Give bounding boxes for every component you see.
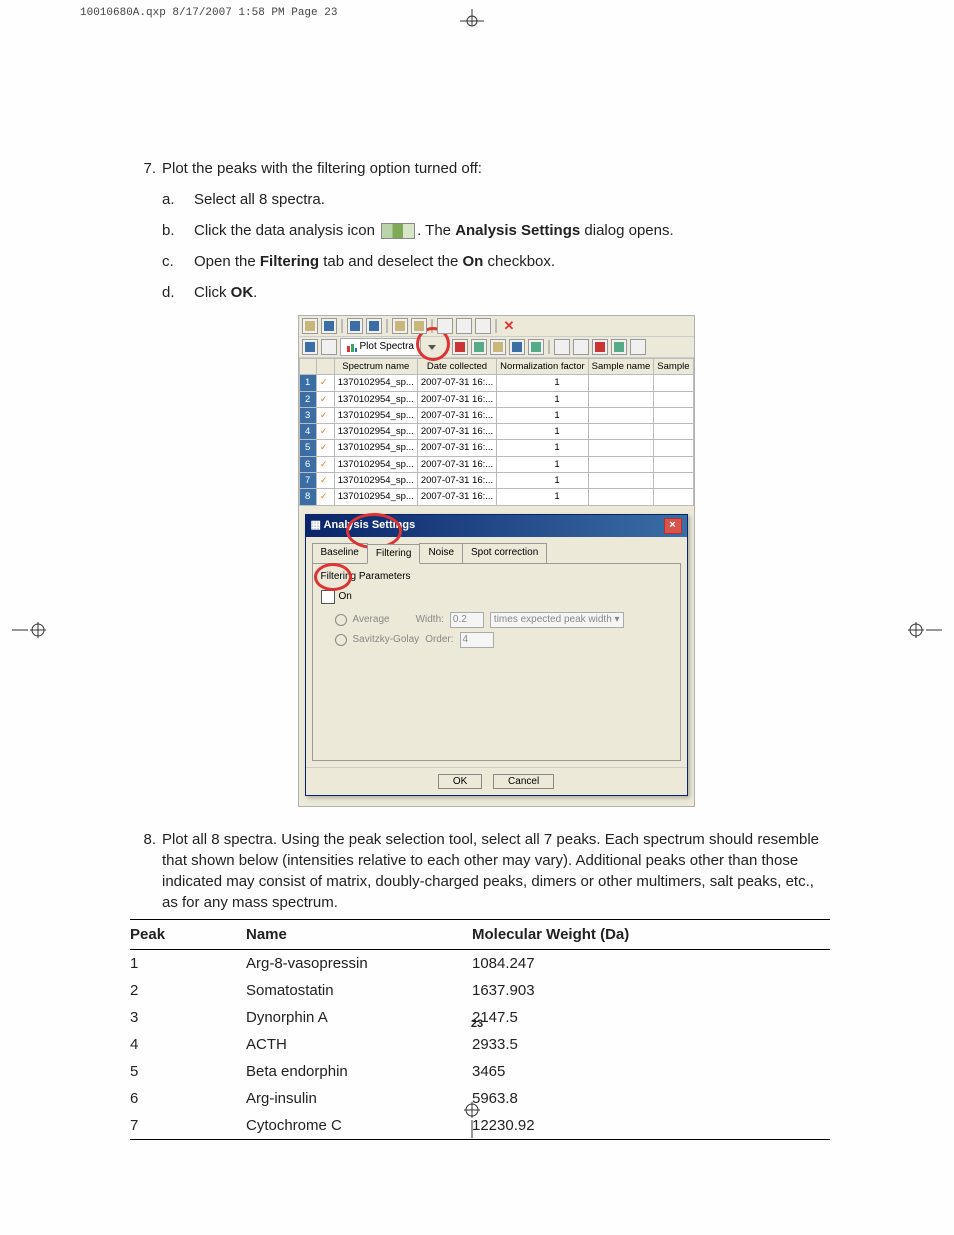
analysis-settings-dialog: ▦ Analysis Settings × Baseline Filtering…	[305, 514, 688, 796]
tab-baseline[interactable]: Baseline	[312, 543, 368, 563]
table-row: 4ACTH2933.5	[130, 1031, 830, 1058]
toolbar-icon[interactable]	[302, 318, 318, 334]
on-checkbox[interactable]	[321, 590, 335, 604]
sub-text: Click OK.	[188, 282, 830, 303]
table-row[interactable]: 31370102954_sp...2007-07-31 16:...1	[299, 407, 693, 423]
step-number: 7.	[130, 158, 162, 823]
toolbar-icon[interactable]	[528, 339, 544, 355]
close-icon[interactable]: ×	[664, 518, 682, 534]
toolbar-icon[interactable]	[611, 339, 627, 355]
chevron-down-icon[interactable]	[428, 345, 436, 350]
close-icon[interactable]: ✕	[501, 317, 518, 335]
toolbar-icon[interactable]	[366, 318, 382, 334]
zoom-icon[interactable]	[509, 339, 525, 355]
step-text: Plot all 8 spectra. Using the peak selec…	[162, 829, 830, 913]
dialog-title: ▦ Analysis Settings	[311, 518, 416, 533]
toolbar-icon[interactable]	[302, 339, 318, 355]
column-header: Molecular Weight (Da)	[472, 919, 830, 949]
toolbar-icon[interactable]	[471, 339, 487, 355]
tab-noise[interactable]: Noise	[419, 543, 463, 563]
toolbar-row-2: Plot Spectra	[299, 337, 694, 358]
width-input[interactable]: 0.2	[450, 612, 484, 628]
page-number: 23	[0, 1018, 954, 1030]
toolbar-icon[interactable]	[411, 318, 427, 334]
order-input[interactable]: 4	[460, 632, 494, 648]
sg-radio[interactable]	[335, 634, 347, 646]
toolbar-icon[interactable]	[321, 339, 337, 355]
sub-letter: a.	[162, 189, 188, 210]
analysis-icon	[381, 223, 415, 239]
crop-mark-top	[452, 9, 492, 25]
crop-mark-right	[902, 610, 942, 650]
toolbar-row-1: ✕	[299, 316, 694, 337]
table-row[interactable]: 61370102954_sp...2007-07-31 16:...1	[299, 456, 693, 472]
toolbar-icon[interactable]	[321, 318, 337, 334]
toolbar-icon[interactable]	[592, 339, 608, 355]
plot-spectra-dropdown[interactable]: Plot Spectra	[340, 338, 421, 356]
toolbar-icon[interactable]	[554, 339, 570, 355]
sub-text: Open the Filtering tab and deselect the …	[188, 251, 830, 272]
table-row: 7Cytochrome C12230.92	[130, 1112, 830, 1140]
table-row: 6Arg-insulin5963.8	[130, 1085, 830, 1112]
sub-text: Click the data analysis icon . The Analy…	[188, 220, 830, 241]
column-header[interactable]: Sample	[654, 359, 693, 375]
column-header: Name	[246, 919, 472, 949]
toolbar-icon[interactable]	[456, 318, 472, 334]
column-header[interactable]: Sample name	[588, 359, 654, 375]
toolbar-icon[interactable]	[392, 318, 408, 334]
toolbar-icon[interactable]	[630, 339, 646, 355]
cancel-button[interactable]: Cancel	[493, 774, 554, 789]
table-row[interactable]: 41370102954_sp...2007-07-31 16:...1	[299, 424, 693, 440]
on-label: On	[339, 590, 352, 604]
column-header[interactable]: Date collected	[417, 359, 496, 375]
sub-letter: d.	[162, 282, 188, 303]
width-unit-select[interactable]: times expected peak width ▾	[490, 612, 624, 628]
app-screenshot: ✕ Plot Spectra	[298, 315, 695, 807]
toolbar-icon[interactable]	[437, 318, 453, 334]
toolbar-icon[interactable]	[475, 318, 491, 334]
average-radio[interactable]	[335, 614, 347, 626]
sub-text: Select all 8 spectra.	[188, 189, 830, 210]
tab-spot-correction[interactable]: Spot correction	[462, 543, 547, 563]
toolbar-icon[interactable]	[573, 339, 589, 355]
toolbar-icon[interactable]	[347, 318, 363, 334]
ok-button[interactable]: OK	[438, 774, 482, 789]
table-row[interactable]: 71370102954_sp...2007-07-31 16:...1	[299, 473, 693, 489]
table-row[interactable]: 81370102954_sp...2007-07-31 16:...1	[299, 489, 693, 505]
column-header: Peak	[130, 919, 246, 949]
tab-filtering[interactable]: Filtering	[367, 544, 421, 564]
print-header: 10010680A.qxp 8/17/2007 1:58 PM Page 23	[80, 7, 337, 19]
table-row[interactable]: 11370102954_sp...2007-07-31 16:...1	[299, 375, 693, 391]
table-row[interactable]: 51370102954_sp...2007-07-31 16:...1	[299, 440, 693, 456]
spectra-table: Spectrum name Date collected Normalizati…	[299, 358, 694, 506]
sub-letter: c.	[162, 251, 188, 272]
table-row: 5Beta endorphin3465	[130, 1058, 830, 1085]
table-row[interactable]: 21370102954_sp...2007-07-31 16:...1	[299, 391, 693, 407]
sub-letter: b.	[162, 220, 188, 241]
step-number: 8.	[130, 829, 162, 913]
toolbar-icon[interactable]	[490, 339, 506, 355]
table-row: 2Somatostatin1637.903	[130, 977, 830, 1004]
step-text: Plot the peaks with the filtering option…	[162, 158, 830, 179]
column-header[interactable]: Spectrum name	[334, 359, 417, 375]
table-row: 1Arg-8-vasopressin1084.247	[130, 949, 830, 977]
column-header[interactable]: Normalization factor	[497, 359, 588, 375]
param-group-title: Filtering Parameters	[321, 570, 672, 584]
crop-mark-left	[12, 610, 52, 650]
toolbar-icon[interactable]	[452, 339, 468, 355]
